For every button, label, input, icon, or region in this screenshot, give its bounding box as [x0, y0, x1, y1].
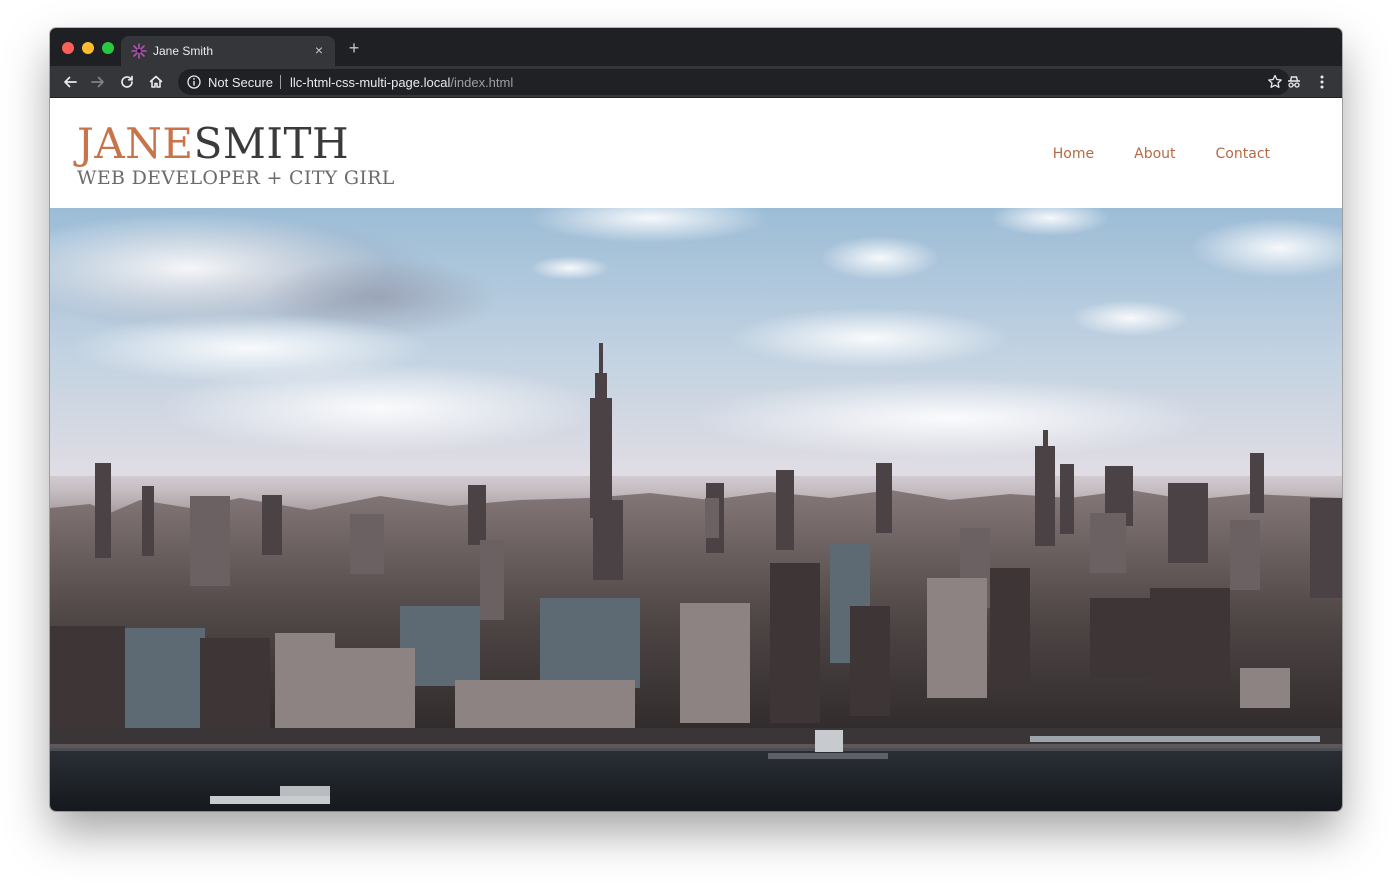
- incognito-icon: [1288, 76, 1300, 88]
- back-button[interactable]: [60, 72, 80, 92]
- site-logo[interactable]: JANESMITH: [77, 119, 349, 168]
- nav-link-contact[interactable]: Contact: [1216, 146, 1270, 162]
- window-minimize-button[interactable]: [82, 42, 94, 54]
- info-icon[interactable]: [186, 74, 202, 90]
- nav-link-home[interactable]: Home: [1053, 146, 1094, 162]
- reload-icon: [121, 75, 133, 88]
- address-bar[interactable]: Not Secure llc-html-css-multi-page.local…: [178, 69, 1290, 95]
- url-path: /index.html: [450, 75, 514, 90]
- page-viewport: JANESMITH WEB DEVELOPER + CITY GIRL Home…: [50, 99, 1342, 811]
- home-button[interactable]: [146, 72, 166, 92]
- tab-strip: Jane Smith × +: [50, 28, 1342, 66]
- logo-first-name: JANE: [77, 119, 194, 168]
- omnibox-divider: [280, 75, 281, 89]
- browser-toolbar: Not Secure llc-html-css-multi-page.local…: [50, 66, 1342, 98]
- reload-button[interactable]: [117, 72, 137, 92]
- browser-tab[interactable]: Jane Smith ×: [121, 36, 335, 66]
- hero-image: [50, 208, 1342, 811]
- nav-link-about[interactable]: About: [1134, 146, 1175, 162]
- site-tagline: WEB DEVELOPER + CITY GIRL: [77, 167, 395, 189]
- tab-title: Jane Smith: [153, 44, 214, 58]
- window-close-button[interactable]: [62, 42, 74, 54]
- browser-window: Jane Smith × + Not Secure llc-html-css-m…: [50, 28, 1342, 811]
- back-arrow-icon: [64, 76, 77, 88]
- site-header: JANESMITH WEB DEVELOPER + CITY GIRL Home…: [50, 99, 1342, 208]
- star-icon[interactable]: [1266, 73, 1284, 91]
- logo-last-name: SMITH: [193, 119, 350, 168]
- browser-menu-button[interactable]: [1312, 72, 1332, 92]
- url-text[interactable]: llc-html-css-multi-page.local/index.html: [290, 75, 513, 90]
- forward-arrow-icon: [91, 76, 104, 88]
- extension-button[interactable]: [1284, 72, 1304, 92]
- window-maximize-button[interactable]: [102, 42, 114, 54]
- kebab-menu-icon: [1320, 75, 1324, 89]
- tab-close-button[interactable]: ×: [311, 42, 327, 58]
- url-host: llc-html-css-multi-page.local: [290, 75, 451, 90]
- forward-button[interactable]: [88, 72, 108, 92]
- city-skyline-image: [50, 208, 1342, 811]
- sparkle-icon: [131, 43, 147, 59]
- main-nav: Home About Contact: [1053, 146, 1270, 162]
- new-tab-button[interactable]: +: [346, 39, 362, 57]
- home-icon: [149, 75, 163, 88]
- security-status: Not Secure: [208, 75, 274, 90]
